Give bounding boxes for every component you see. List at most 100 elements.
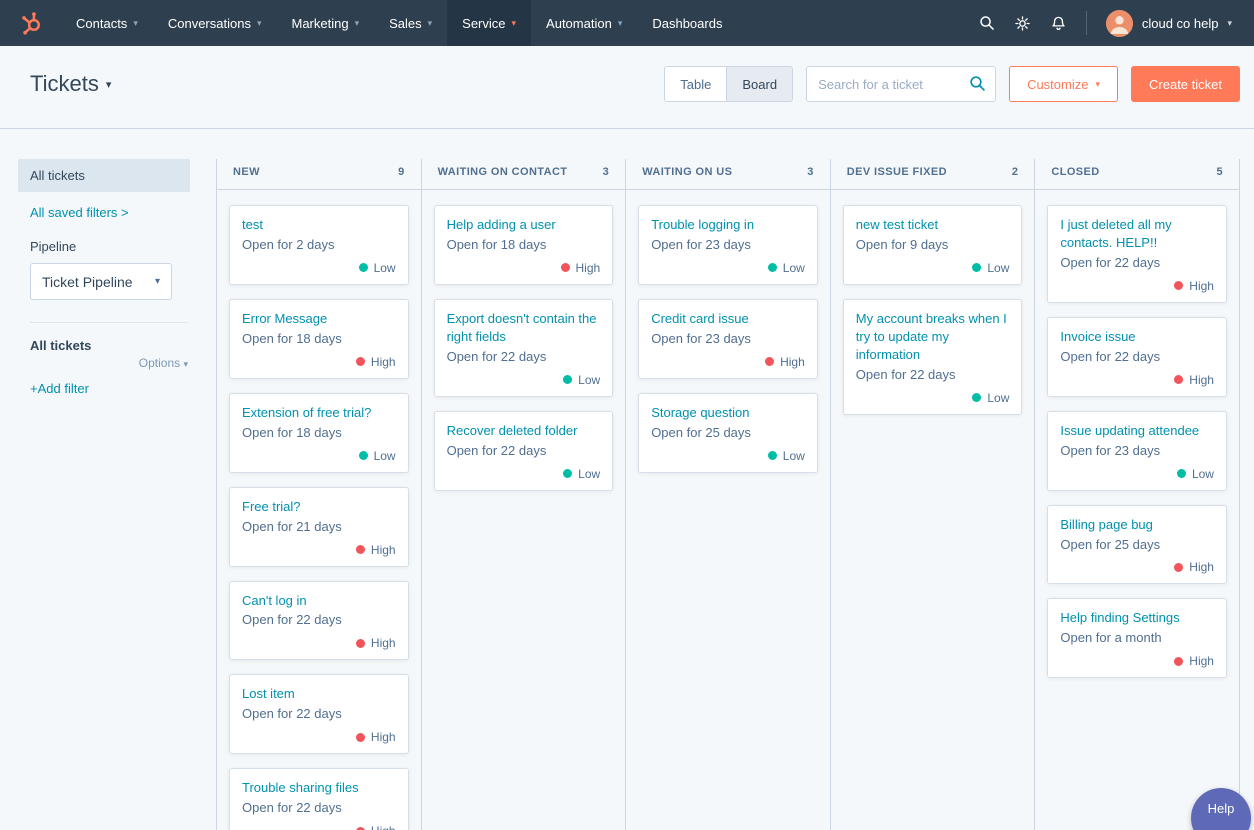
ticket-card[interactable]: test Open for 2 days Low [229,205,409,285]
add-filter-link[interactable]: +Add filter [30,381,202,396]
ticket-title[interactable]: My account breaks when I try to update m… [856,310,1010,364]
ticket-priority: High [651,355,805,369]
ticket-card[interactable]: Recover deleted folder Open for 22 days … [433,410,614,491]
ticket-priority: Low [651,449,805,463]
ticket-card[interactable]: Error Message Open for 18 days High [229,298,409,379]
ticket-card[interactable]: I just deleted all my contacts. HELP!! O… [1047,205,1227,303]
nav-items: Contacts ▾ Conversations ▾ Marketing ▾ S… [61,0,737,46]
ticket-priority: Low [242,261,396,275]
ticket-priority: High [1060,560,1214,574]
ticket-title[interactable]: Export doesn't contain the right fields [447,310,601,346]
ticket-age: Open for 23 days [651,236,751,252]
ticket-search-input[interactable] [806,66,997,102]
ticket-card[interactable]: Storage question Open for 25 days Low [638,392,818,473]
page-title[interactable]: Tickets ▾ [30,71,111,97]
ticket-card[interactable]: new test ticket Open for 9 days Low [842,205,1023,285]
hubspot-logo-icon[interactable] [0,0,61,46]
priority-label: High [370,636,396,651]
search-icon[interactable] [979,15,995,31]
nav-item-automation[interactable]: Automation ▾ [531,0,637,46]
ticket-priority: High [242,824,396,830]
nav-item-marketing[interactable]: Marketing ▾ [276,0,374,46]
chevron-down-icon: ▾ [427,17,433,28]
column-header: WAITING ON US 3 [626,159,830,190]
ticket-age: Open for 22 days [1060,348,1161,364]
ticket-card[interactable]: Help finding Settings Open for a month H… [1047,598,1227,679]
ticket-title[interactable]: Billing page bug [1060,516,1214,534]
ticket-title[interactable]: Error Message [242,310,396,328]
ticket-priority: Low [447,373,600,387]
nav-item-dashboards[interactable]: Dashboards [637,0,737,46]
nav-item-label: Contacts [76,15,128,31]
sidebar-item-all-tickets[interactable]: All tickets [18,159,190,192]
column-count: 3 [807,166,814,178]
column-body: Help adding a user Open for 18 days High… [422,190,626,830]
ticket-title[interactable]: Storage question [651,404,805,422]
ticket-title[interactable]: I just deleted all my contacts. HELP!! [1060,216,1214,252]
ticket-age: Open for 23 days [651,330,751,346]
ticket-card[interactable]: Export doesn't contain the right fields … [433,298,614,397]
gear-icon[interactable] [1014,15,1031,32]
priority-dot [560,263,570,273]
page-header: Tickets ▾ Table Board Customize ▾ Create… [0,46,1254,102]
ticket-card[interactable]: Issue updating attendee Open for 23 days… [1047,410,1227,491]
ticket-card[interactable]: Lost item Open for 22 days High [229,674,409,755]
create-ticket-button[interactable]: Create ticket [1131,66,1240,102]
ticket-age: Open for 22 days [242,800,342,816]
options-menu[interactable]: Options ▾ [30,356,188,370]
ticket-title[interactable]: Lost item [242,685,396,703]
ticket-priority: High [1060,373,1214,387]
priority-label: High [1189,278,1214,293]
customize-button[interactable]: Customize ▾ [1009,66,1119,102]
priority-label: High [1189,372,1214,387]
ticket-title[interactable]: Help adding a user [447,216,601,234]
all-saved-filters-link[interactable]: All saved filters > [30,205,202,220]
chevron-down-icon: ▾ [1227,17,1232,28]
ticket-title[interactable]: Help finding Settings [1060,609,1214,627]
ticket-title[interactable]: Can't log in [242,592,396,610]
column-count: 3 [602,166,610,178]
column-count: 5 [1216,166,1223,178]
view-toggle-table[interactable]: Table [664,66,727,102]
nav-item-conversations[interactable]: Conversations ▾ [153,0,277,46]
ticket-card[interactable]: My account breaks when I try to update m… [842,298,1023,415]
ticket-card[interactable]: Trouble logging in Open for 23 days Low [638,205,818,285]
nav-item-contacts[interactable]: Contacts ▾ [61,0,153,46]
ticket-title[interactable]: Issue updating attendee [1060,422,1214,440]
ticket-title[interactable]: Extension of free trial? [242,404,396,422]
bell-icon[interactable] [1050,15,1067,32]
ticket-title[interactable]: Trouble logging in [651,216,805,234]
ticket-priority: High [1060,279,1214,293]
account-menu[interactable]: cloud co help ▾ [1105,9,1232,37]
pipeline-select[interactable]: Ticket Pipeline ▾ [30,263,172,300]
ticket-age: Open for 25 days [651,424,751,440]
ticket-title[interactable]: new test ticket [856,216,1010,234]
ticket-card[interactable]: Can't log in Open for 22 days High [229,580,409,661]
priority-label: High [371,824,396,830]
ticket-title[interactable]: Free trial? [242,498,396,516]
nav-item-service[interactable]: Service ▾ [447,0,532,46]
ticket-title[interactable]: Credit card issue [651,310,805,328]
view-toggle-board[interactable]: Board [726,66,794,102]
priority-dot [355,545,365,554]
ticket-title[interactable]: test [242,216,396,234]
ticket-card[interactable]: Credit card issue Open for 23 days High [638,298,818,379]
ticket-priority: High [242,543,396,557]
ticket-title[interactable]: Recover deleted folder [447,422,601,440]
ticket-title[interactable]: Trouble sharing files [242,779,396,797]
nav-item-sales[interactable]: Sales ▾ [374,0,447,46]
ticket-title[interactable]: Invoice issue [1060,328,1214,346]
ticket-card[interactable]: Extension of free trial? Open for 18 day… [229,392,409,473]
column-title: CLOSED [1051,166,1100,178]
ticket-card[interactable]: Trouble sharing files Open for 22 days H… [229,768,409,830]
board-column-dev-issue-fixed: DEV ISSUE FIXED 2 new test ticket Open f… [830,159,1036,830]
ticket-card[interactable]: Free trial? Open for 21 days High [229,486,409,567]
search-icon[interactable] [969,75,986,97]
ticket-card[interactable]: Help adding a user Open for 18 days High [433,205,614,285]
chevron-down-icon: ▾ [256,17,262,28]
column-body: I just deleted all my contacts. HELP!! O… [1035,190,1239,830]
ticket-card[interactable]: Invoice issue Open for 22 days High [1047,316,1227,397]
priority-label: Low [373,260,396,275]
ticket-card[interactable]: Billing page bug Open for 25 days High [1047,504,1227,585]
priority-dot [1174,656,1184,666]
